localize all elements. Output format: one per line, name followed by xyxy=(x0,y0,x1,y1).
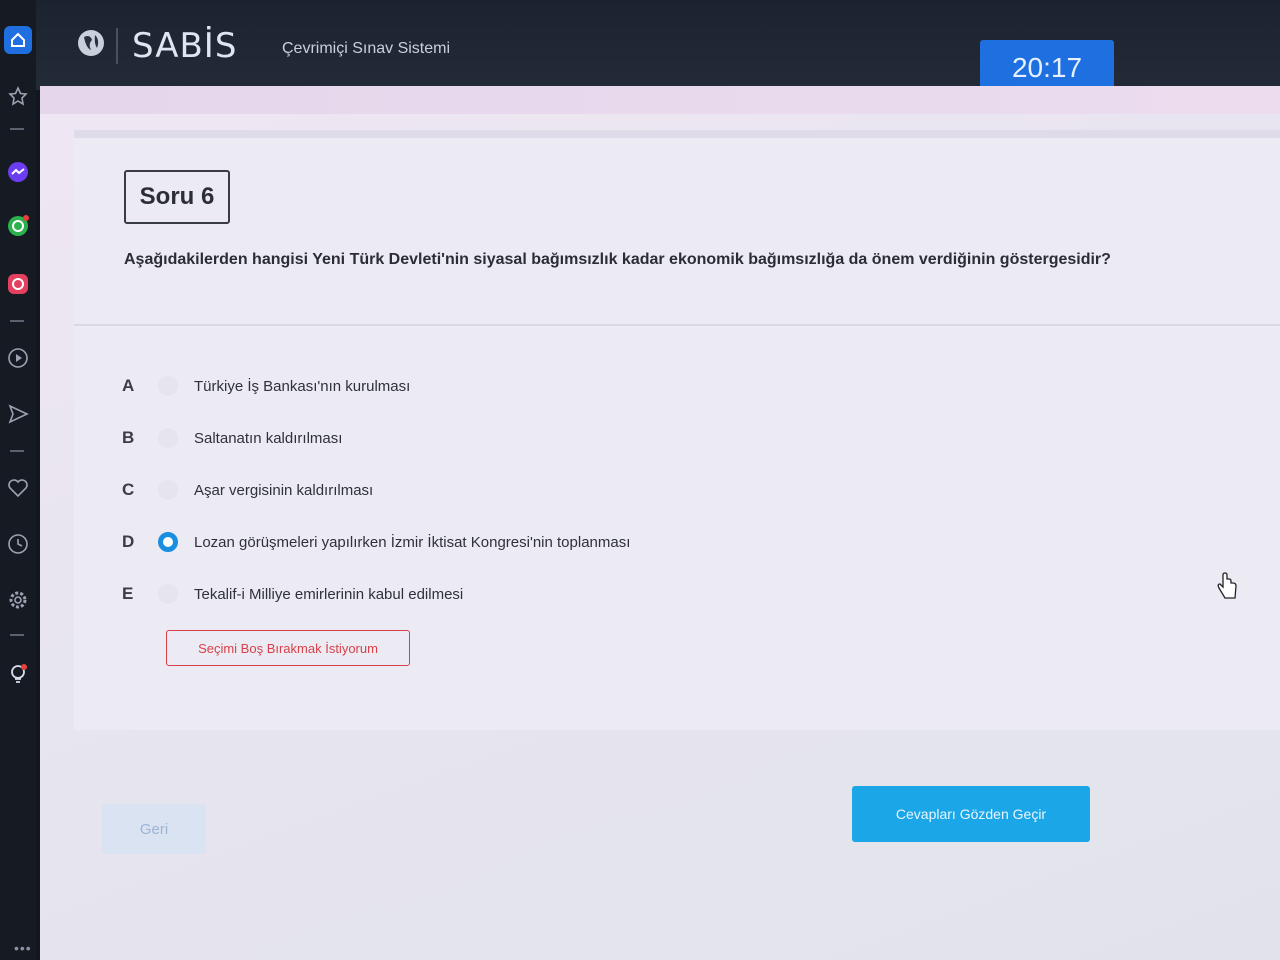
option-text: Saltanatın kaldırılması xyxy=(194,429,343,447)
option-a[interactable]: A Türkiye İş Bankası'nın kurulması xyxy=(122,372,822,400)
option-b[interactable]: B Saltanatın kaldırılması xyxy=(122,424,822,452)
sidebar-separator xyxy=(10,634,24,636)
heart-icon[interactable] xyxy=(4,474,32,502)
exam-page: Soru 6 Aşağıdakilerden hangisi Yeni Türk… xyxy=(40,86,1280,960)
star-icon[interactable] xyxy=(4,82,32,110)
option-letter: E xyxy=(122,584,134,603)
instagram-icon[interactable] xyxy=(4,270,32,298)
leave-blank-button[interactable]: Seçimi Boş Bırakmak İstiyorum xyxy=(166,630,410,666)
option-letter: D xyxy=(122,532,135,551)
sidebar-separator xyxy=(10,128,24,130)
sidebar-separator xyxy=(10,320,24,322)
logo-divider xyxy=(116,28,118,64)
question-text: Aşağıdakilerden hangisi Yeni Türk Devlet… xyxy=(124,251,1111,268)
send-icon[interactable] xyxy=(4,400,32,428)
brand-logo: SABİS xyxy=(132,26,238,66)
option-d[interactable]: D Lozan görüşmeleri yapılırken İzmir İkt… xyxy=(122,528,822,556)
option-letter: A xyxy=(122,376,135,395)
review-answers-button[interactable]: Cevapları Gözden Geçir xyxy=(852,786,1090,842)
question-number: Soru 6 xyxy=(124,170,230,224)
option-letter: C xyxy=(122,480,135,499)
top-band xyxy=(40,86,1280,114)
whatsapp-icon[interactable] xyxy=(4,212,32,240)
back-button[interactable]: Geri xyxy=(102,804,206,854)
app-header: SABİS Çevrimiçi Sınav Sistemi 20:17 xyxy=(36,0,1280,96)
option-c[interactable]: C Aşar vergisinin kaldırılması xyxy=(122,476,822,504)
hand-cursor-icon xyxy=(1214,572,1240,607)
globe-logo-icon xyxy=(76,28,106,63)
app-subtitle: Çevrimiçi Sınav Sistemi xyxy=(282,40,451,57)
clock-icon[interactable] xyxy=(4,530,32,558)
option-text: Tekalif-i Milliye emirlerinin kabul edil… xyxy=(194,585,464,603)
lightbulb-icon[interactable] xyxy=(4,660,32,688)
question-card: Soru 6 Aşağıdakilerden hangisi Yeni Türk… xyxy=(74,130,1280,730)
option-text: Lozan görüşmeleri yapılırken İzmir İktis… xyxy=(194,533,631,551)
option-text: Aşar vergisinin kaldırılması xyxy=(194,481,374,499)
option-radio[interactable] xyxy=(158,584,178,604)
option-text: Türkiye İş Bankası'nın kurulması xyxy=(194,377,411,395)
option-radio[interactable] xyxy=(158,428,178,448)
option-radio-selected[interactable] xyxy=(158,532,178,552)
question-divider xyxy=(74,324,1280,326)
option-letter: B xyxy=(122,428,135,447)
option-radio[interactable] xyxy=(158,376,178,396)
browser-sidebar: ••• xyxy=(0,0,36,960)
option-radio[interactable] xyxy=(158,480,178,500)
messenger-icon[interactable] xyxy=(4,158,32,186)
home-icon[interactable] xyxy=(4,26,32,54)
more-icon[interactable]: ••• xyxy=(14,940,32,956)
settings-icon[interactable] xyxy=(4,586,32,614)
sidebar-separator xyxy=(10,450,24,452)
play-icon[interactable] xyxy=(4,344,32,372)
option-e[interactable]: E Tekalif-i Milliye emirlerinin kabul ed… xyxy=(122,580,822,608)
